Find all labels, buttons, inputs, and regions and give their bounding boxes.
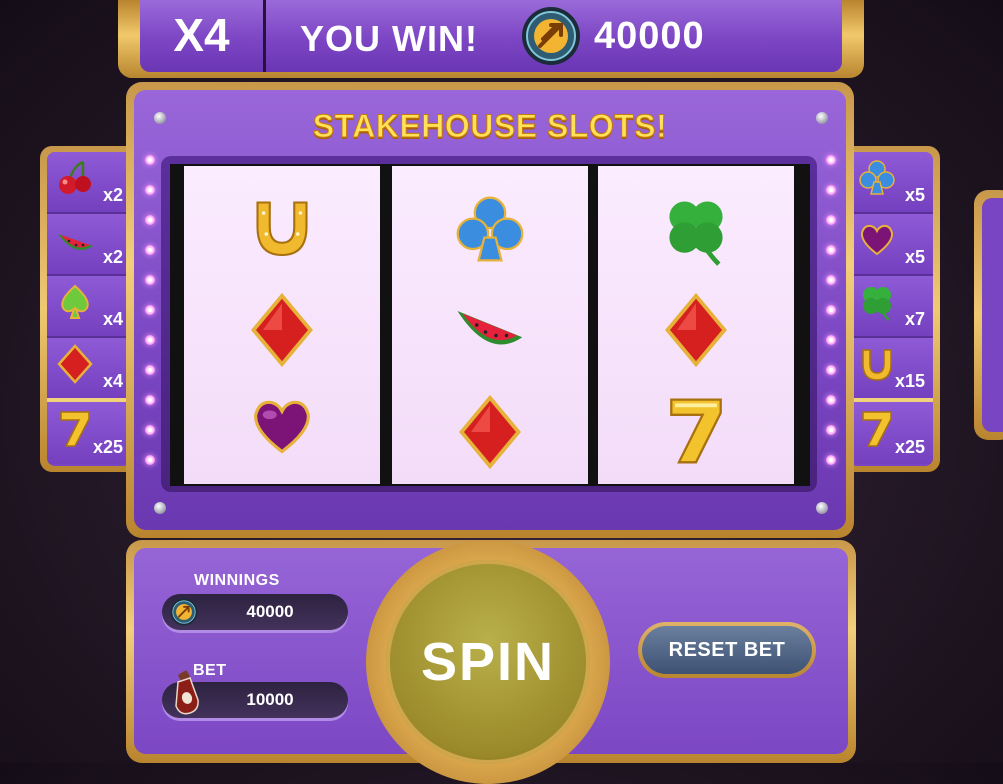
paytable-row: x7: [849, 276, 933, 338]
bolt-icon: [816, 502, 828, 514]
paytable-row: x4: [47, 276, 131, 338]
bulb-light: [826, 185, 836, 195]
bulb-light: [826, 305, 836, 315]
bulb-light: [826, 395, 836, 405]
diamond-icon: [459, 394, 521, 470]
spade-icon: [61, 284, 89, 319]
reel-symbol: [598, 376, 794, 476]
heart-icon: [254, 400, 310, 454]
diamond-icon: [57, 344, 93, 384]
diamond-icon: [665, 292, 727, 368]
bulb-light: [826, 335, 836, 345]
reel-2: [392, 166, 588, 484]
bulb-light: [145, 335, 155, 345]
left-paytable: x2 x2 x4 x4 x25: [47, 152, 131, 466]
watermelon-icon: [58, 234, 93, 250]
club-icon: [859, 160, 895, 195]
reel-3: [598, 166, 794, 484]
bulb-light: [826, 365, 836, 375]
paytable-row: x5: [849, 152, 933, 214]
bulb-light: [826, 215, 836, 225]
horseshoe-icon: [256, 201, 308, 257]
bulb-light: [145, 395, 155, 405]
seven-icon: [670, 398, 722, 464]
reel-symbol: [598, 176, 794, 276]
heart-icon: [860, 224, 894, 256]
bulb-light: [145, 185, 155, 195]
bulb-light: [145, 275, 155, 285]
paytable-multiplier: x7: [904, 309, 925, 329]
clover-icon: [863, 287, 891, 321]
gold-coin-icon: [170, 598, 198, 626]
paytable-row: x25: [849, 402, 933, 464]
winnings-label: WINNINGS: [194, 572, 280, 589]
right-paytable: x5 x5 x7 x15 x25: [849, 152, 933, 466]
reel-symbol: [392, 376, 588, 476]
bulb-light: [145, 305, 155, 315]
horseshoe-icon: [862, 349, 892, 381]
bulb-light: [826, 425, 836, 435]
reel-symbol: [184, 376, 380, 476]
reel-symbol: [392, 274, 588, 374]
reset-bet-face: RESET BET: [642, 626, 812, 674]
reset-bet-label: RESET BET: [668, 638, 786, 661]
bulb-light: [145, 155, 155, 165]
paytable-multiplier: x4: [102, 309, 123, 329]
paytable-multiplier: x25: [894, 437, 925, 457]
side-panel-edge-inner: [982, 198, 1003, 432]
paytable-row: x15: [849, 338, 933, 402]
winnings-display: 40000: [162, 594, 348, 630]
paytable-multiplier: x4: [102, 371, 123, 391]
spin-button[interactable]: SPIN: [386, 560, 590, 764]
bulb-light: [145, 215, 155, 225]
paytable-multiplier: x5: [904, 185, 925, 205]
gold-coin-icon: [522, 7, 580, 65]
bulb-light: [145, 365, 155, 375]
reel-symbol: [184, 274, 380, 374]
bulb-light: [826, 275, 836, 285]
reel-symbol: [184, 176, 380, 276]
spin-label: SPIN: [420, 632, 556, 692]
bulb-light: [826, 455, 836, 465]
clover-icon: [669, 201, 723, 266]
reel-symbol: [392, 176, 588, 276]
banner-divider: [263, 0, 266, 72]
paytable-multiplier: x5: [904, 247, 925, 267]
paytable-row: x2: [47, 152, 131, 214]
paytable-multiplier: x2: [102, 247, 123, 267]
reset-bet-button[interactable]: RESET BET: [638, 622, 816, 678]
win-multiplier: X4: [173, 9, 230, 61]
seven-icon: [60, 411, 90, 447]
diamond-icon: [251, 292, 313, 368]
machine-title: STAKEHOUSE SLOTS!: [312, 108, 668, 145]
club-icon: [456, 196, 524, 262]
paytable-row: x25: [47, 402, 131, 464]
bet-display: 10000: [162, 670, 348, 718]
seven-icon: [862, 411, 892, 447]
bulb-light: [826, 155, 836, 165]
reel-1: [184, 166, 380, 484]
win-label: YOU WIN!: [300, 18, 478, 59]
watermelon-icon: [457, 311, 523, 345]
bulb-light: [145, 425, 155, 435]
paytable-multiplier: x15: [894, 371, 925, 391]
bulb-light: [145, 455, 155, 465]
bulb-light: [145, 245, 155, 255]
paytable-multiplier: x25: [92, 437, 123, 457]
paytable-row: x5: [849, 214, 933, 276]
paytable-multiplier: x2: [102, 185, 123, 205]
win-amount: 40000: [594, 15, 705, 57]
ketchup-bottle-icon: [175, 670, 199, 715]
paytable-row: x4: [47, 338, 131, 402]
bulb-light: [826, 245, 836, 255]
paytable-row: x2: [47, 214, 131, 276]
reel-symbol: [598, 274, 794, 374]
bolt-icon: [154, 502, 166, 514]
cherry-icon: [59, 160, 91, 194]
